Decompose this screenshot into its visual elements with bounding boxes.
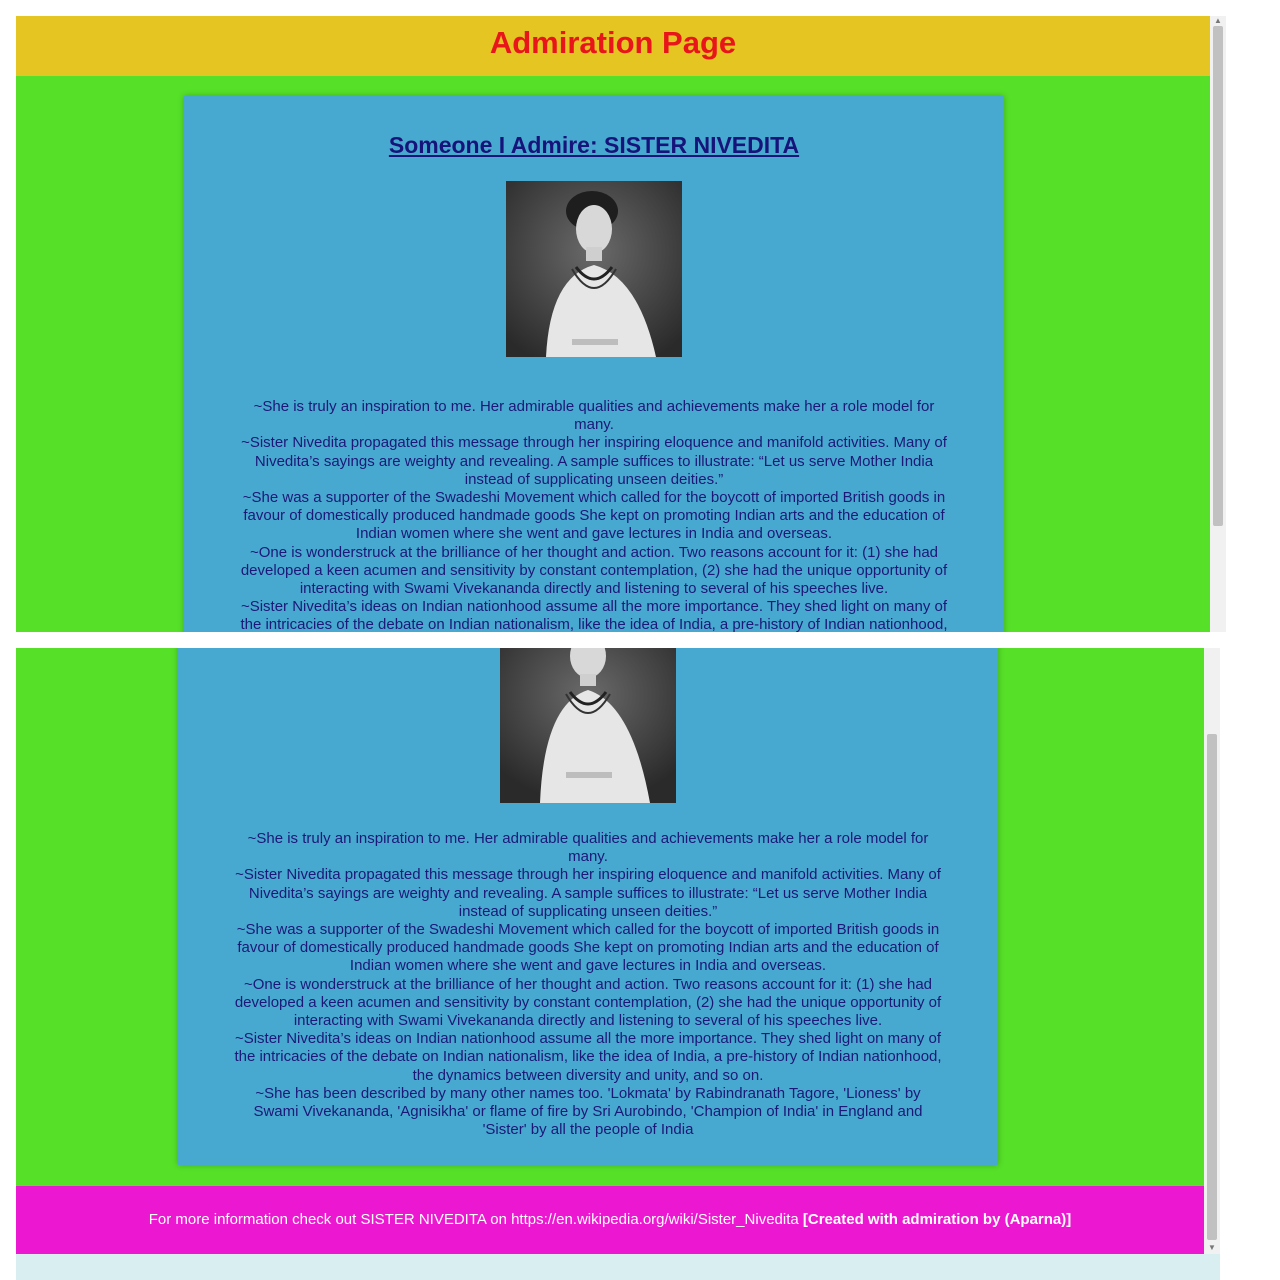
- paragraph-inspiration: ~She is truly an inspiration to me. Her …: [253, 398, 935, 434]
- page-viewport-top: Admiration Page Someone I Admire: SISTER…: [16, 16, 1210, 632]
- paragraph-other-names: ~She has been described by many other na…: [253, 1084, 923, 1139]
- scrollbar-top[interactable]: ▲: [1210, 16, 1226, 632]
- scrollbar-thumb[interactable]: [1213, 26, 1223, 526]
- scroll-down-arrow-icon[interactable]: ▼: [1208, 1244, 1216, 1252]
- card-text: ~She is truly an inspiration to me. Her …: [240, 398, 948, 632]
- paragraph-nationhood: ~Sister Nivedita’s ideas on Indian natio…: [240, 598, 948, 632]
- paragraph-brilliance: ~One is wonderstruck at the brilliance o…: [234, 975, 942, 1030]
- card-heading[interactable]: Someone I Admire: SISTER NIVEDITA: [184, 132, 1004, 159]
- card-text: ~She is truly an inspiration to me. Her …: [234, 830, 942, 1139]
- paragraph-inspiration: ~She is truly an inspiration to me. Her …: [247, 830, 929, 866]
- portrait-image: [506, 181, 682, 357]
- portrait-image: [500, 648, 676, 803]
- paragraph-message: ~Sister Nivedita propagated this message…: [235, 866, 941, 920]
- paragraph-brilliance: ~One is wonderstruck at the brilliance o…: [240, 543, 948, 598]
- admiration-card: ~She is truly an inspiration to me. Her …: [178, 648, 998, 1165]
- footer-info-text: For more information check out SISTER NI…: [148, 1211, 799, 1228]
- scrollbar-bottom[interactable]: ▼: [1204, 648, 1220, 1254]
- page-footer: For more information check out SISTER NI…: [16, 1186, 1204, 1254]
- paragraph-message: ~Sister Nivedita propagated this message…: [241, 434, 947, 488]
- paragraph-nationhood: ~Sister Nivedita’s ideas on Indian natio…: [234, 1030, 942, 1084]
- paragraph-swadeshi: ~She was a supporter of the Swadeshi Mov…: [242, 489, 946, 543]
- scroll-up-arrow-icon[interactable]: ▲: [1214, 17, 1222, 25]
- page-viewport-bottom: ~She is truly an inspiration to me. Her …: [16, 648, 1204, 1254]
- taskbar-strip: [16, 1254, 1220, 1280]
- page-title: Admiration Page: [489, 25, 737, 60]
- scrollbar-thumb[interactable]: [1207, 734, 1217, 1240]
- paragraph-swadeshi: ~She was a supporter of the Swadeshi Mov…: [236, 921, 940, 975]
- page-header: Admiration Page: [16, 16, 1210, 76]
- footer-credit: [Created with admiration by (Aparna)]: [802, 1211, 1072, 1228]
- admiration-card: Someone I Admire: SISTER NIVEDITA ~She i…: [184, 96, 1004, 632]
